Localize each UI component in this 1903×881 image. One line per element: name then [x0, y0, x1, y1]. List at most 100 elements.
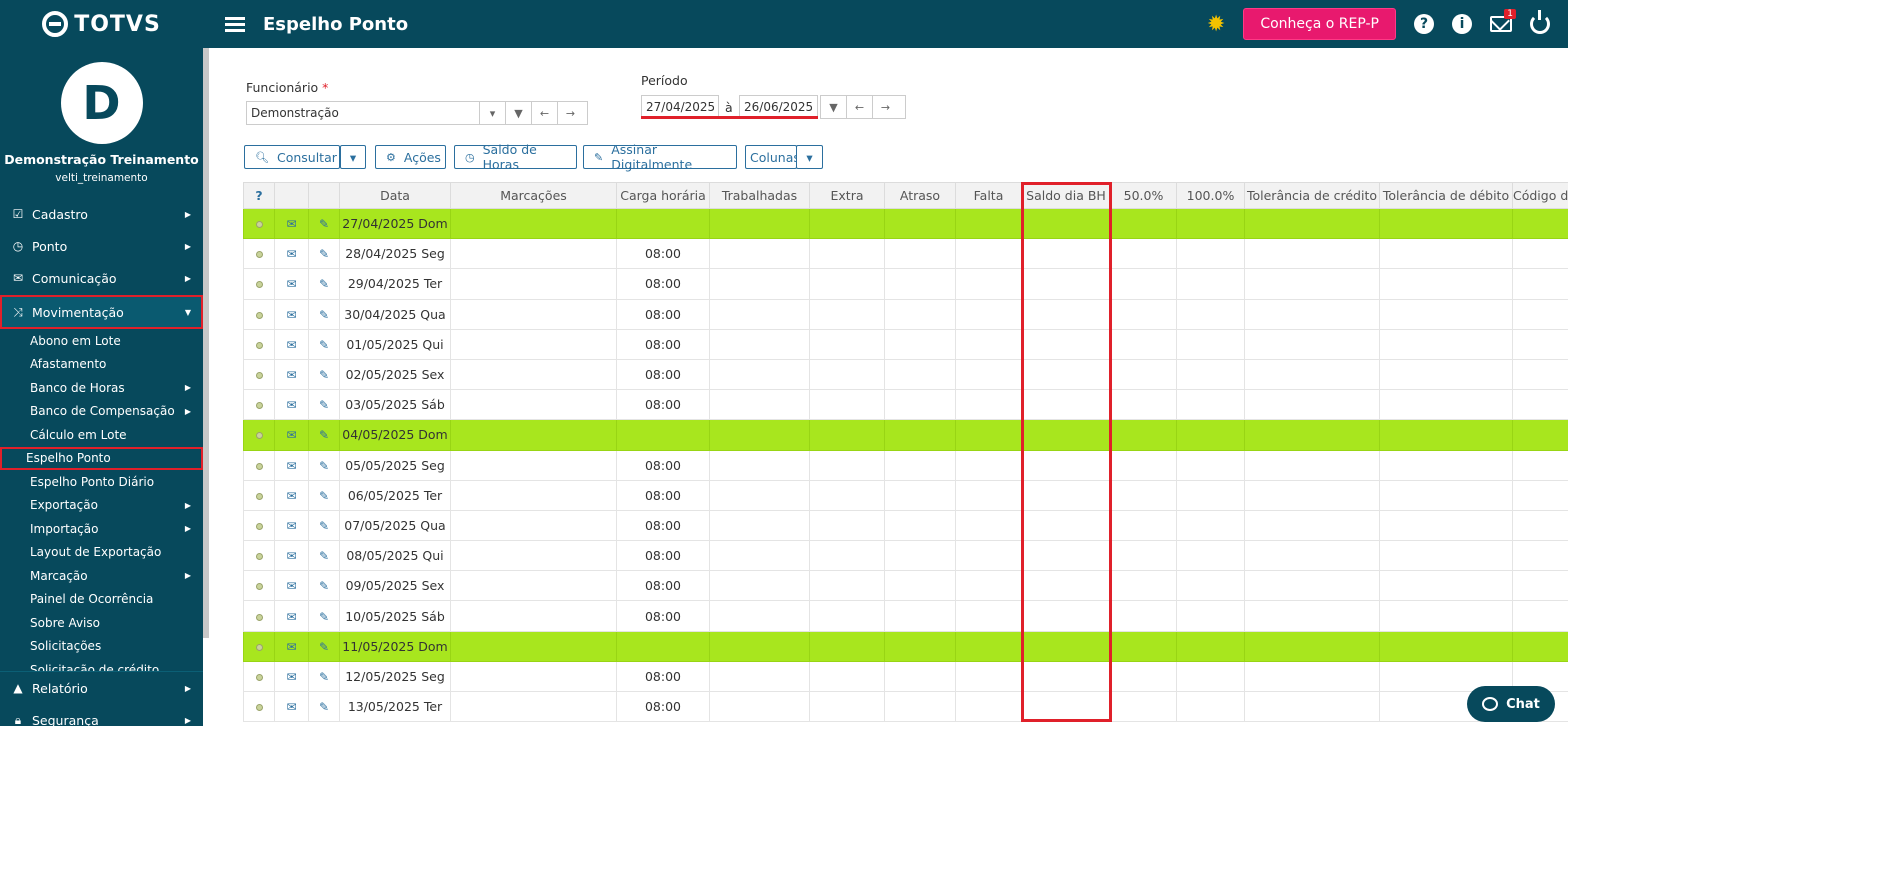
envelope-icon[interactable]: ✉ [286, 308, 296, 322]
edit-cell[interactable]: ✎ [308, 690, 340, 723]
employee-input[interactable] [247, 102, 479, 124]
message-cell[interactable]: ✉ [274, 298, 309, 330]
message-cell[interactable]: ✉ [274, 268, 309, 300]
edit-cell[interactable]: ✎ [308, 600, 340, 632]
edit-icon[interactable]: ✎ [319, 610, 329, 624]
submenu-item-sobre-aviso[interactable]: Sobre Aviso [0, 611, 203, 635]
help-icon[interactable]: ? [1414, 14, 1434, 34]
sign-digitally-button[interactable]: ✎ Assinar Digitalmente [583, 142, 737, 172]
sidebar-item-cadastro[interactable]: ☑ Cadastro ▶ [0, 198, 203, 230]
submenu-item-painel-de-ocorrencia[interactable]: Painel de Ocorrência [0, 588, 203, 612]
sidebar-item-relatorio[interactable]: ▲ Relatório ▶ [0, 672, 203, 704]
edit-icon[interactable]: ✎ [319, 549, 329, 563]
edit-icon[interactable]: ✎ [319, 368, 329, 382]
edit-icon[interactable]: ✎ [319, 459, 329, 473]
table-row[interactable]: ✉ ✎ 04/05/2025 Dom 14 [243, 419, 1568, 451]
edit-cell[interactable]: ✎ [308, 479, 340, 511]
avatar[interactable]: D [60, 62, 143, 144]
message-cell[interactable]: ✉ [274, 419, 309, 451]
edit-icon[interactable]: ✎ [319, 277, 329, 291]
envelope-icon[interactable]: ✉ [286, 368, 296, 382]
message-cell[interactable]: ✉ [274, 207, 309, 240]
submenu-item-marcacao[interactable]: Marcação ▶ [0, 564, 203, 588]
power-icon[interactable] [1530, 10, 1550, 34]
envelope-icon[interactable]: ✉ [286, 247, 296, 261]
submenu-item-importacao[interactable]: Importação ▶ [0, 517, 203, 541]
edit-cell[interactable]: ✎ [308, 268, 340, 300]
edit-icon[interactable]: ✎ [319, 428, 329, 442]
sidebar-item-seguranca[interactable]: 🔒︎ Segurança ▶ [0, 704, 203, 727]
envelope-icon[interactable]: ✉ [286, 579, 296, 593]
table-row[interactable]: ✉ ✎ 09/05/2025 Sex 08:00 14 [243, 570, 1568, 602]
envelope-icon[interactable]: ✉ [286, 670, 296, 684]
table-row[interactable]: ✉ ✎ 08/05/2025 Qui 08:00 14 [243, 540, 1568, 572]
column-header-tolerancia-de-credito[interactable]: Tolerância de crédito [1244, 182, 1380, 209]
consult-button[interactable]: 🔍︎ Consultar [244, 145, 340, 169]
column-header-atraso[interactable]: Atraso [884, 182, 956, 209]
table-row[interactable]: ✉ ✎ 01/05/2025 Qui 08:00 14 [243, 328, 1568, 360]
envelope-icon[interactable]: ✉ [286, 640, 296, 654]
mail-icon[interactable]: 1 [1490, 9, 1516, 32]
submenu-item-afastamento[interactable]: Afastamento [0, 353, 203, 377]
message-cell[interactable]: ✉ [274, 600, 309, 632]
edit-icon[interactable]: ✎ [319, 247, 329, 261]
edit-cell[interactable]: ✎ [308, 540, 340, 572]
submenu-item-calculo-em-lote[interactable]: Cálculo em Lote [0, 423, 203, 447]
submenu-item-exportacao[interactable]: Exportação ▶ [0, 494, 203, 518]
edit-cell[interactable]: ✎ [308, 419, 340, 451]
message-cell[interactable]: ✉ [274, 358, 309, 391]
edit-icon[interactable]: ✎ [319, 308, 329, 322]
envelope-icon[interactable]: ✉ [286, 489, 296, 503]
table-row[interactable]: ✉ ✎ 11/05/2025 Dom 14 [243, 630, 1568, 662]
edit-icon[interactable]: ✎ [319, 700, 329, 714]
sidebar-item-movimentacao[interactable]: ⤨ Movimentação ▼ [0, 295, 203, 329]
column-header-tolerancia-de-debito[interactable]: Tolerância de débito [1379, 182, 1513, 209]
edit-icon[interactable]: ✎ [319, 640, 329, 654]
sidebar-item-comunicacao[interactable]: ✉ Comunicação ▶ [0, 262, 203, 294]
column-header-saldo-dia-bh[interactable]: Saldo dia BH [1021, 182, 1111, 209]
envelope-icon[interactable]: ✉ [286, 217, 296, 231]
column-header-carga-horaria[interactable]: Carga horária [616, 182, 710, 209]
submenu-item-solicitacoes[interactable]: Solicitações [0, 635, 203, 659]
message-cell[interactable]: ✉ [274, 509, 309, 542]
edit-icon[interactable]: ✎ [319, 489, 329, 503]
edit-cell[interactable]: ✎ [308, 328, 340, 360]
column-header-data[interactable]: Data [339, 182, 451, 209]
period-filter-icon[interactable]: ▼ [820, 96, 846, 118]
rep-p-button[interactable]: Conheça o REP-P [1243, 8, 1396, 40]
edit-cell[interactable]: ✎ [308, 298, 340, 330]
actions-button[interactable]: ⚙ Ações [375, 145, 446, 169]
edit-cell[interactable]: ✎ [308, 238, 340, 270]
table-row[interactable]: ✉ ✎ 03/05/2025 Sáb 08:00 14 [243, 389, 1568, 421]
help-column-header[interactable]: ? [243, 182, 275, 209]
message-cell[interactable]: ✉ [274, 540, 309, 572]
edit-icon[interactable]: ✎ [319, 398, 329, 412]
gear-icon[interactable]: ✹ [1207, 12, 1225, 37]
column-header-extra[interactable]: Extra [809, 182, 885, 209]
envelope-icon[interactable]: ✉ [286, 338, 296, 352]
table-row[interactable]: ✉ ✎ 02/05/2025 Sex 08:00 14 [243, 358, 1568, 391]
sidebar-scrollbar[interactable] [203, 48, 209, 638]
hours-balance-button[interactable]: ◷ Saldo de Horas [454, 142, 577, 172]
edit-cell[interactable]: ✎ [308, 358, 340, 391]
edit-cell[interactable]: ✎ [308, 449, 340, 481]
table-row[interactable]: ✉✎12/05/2025 Seg08:0014 [243, 660, 1568, 693]
message-cell[interactable]: ✉ [274, 389, 309, 421]
date-from-input[interactable] [642, 96, 718, 118]
envelope-icon[interactable]: ✉ [286, 398, 296, 412]
message-cell[interactable]: ✉ [274, 449, 309, 481]
period-arrow-right-icon[interactable]: → [872, 96, 898, 118]
chevron-down-icon[interactable]: ▾ [479, 102, 505, 124]
envelope-icon[interactable]: ✉ [286, 519, 296, 533]
edit-icon[interactable]: ✎ [319, 217, 329, 231]
edit-icon[interactable]: ✎ [319, 670, 329, 684]
edit-icon[interactable]: ✎ [319, 519, 329, 533]
column-header-trabalhadas[interactable]: Trabalhadas [709, 182, 810, 209]
arrow-right-icon[interactable]: → [557, 102, 583, 124]
edit-icon[interactable]: ✎ [319, 338, 329, 352]
message-cell[interactable]: ✉ [274, 570, 309, 602]
edit-icon[interactable]: ✎ [319, 579, 329, 593]
message-cell[interactable]: ✉ [274, 328, 309, 360]
table-row[interactable]: ✉ ✎ 05/05/2025 Seg 08:00 14 [243, 449, 1568, 481]
column-header-codigo-d[interactable]: Código d [1512, 182, 1568, 209]
